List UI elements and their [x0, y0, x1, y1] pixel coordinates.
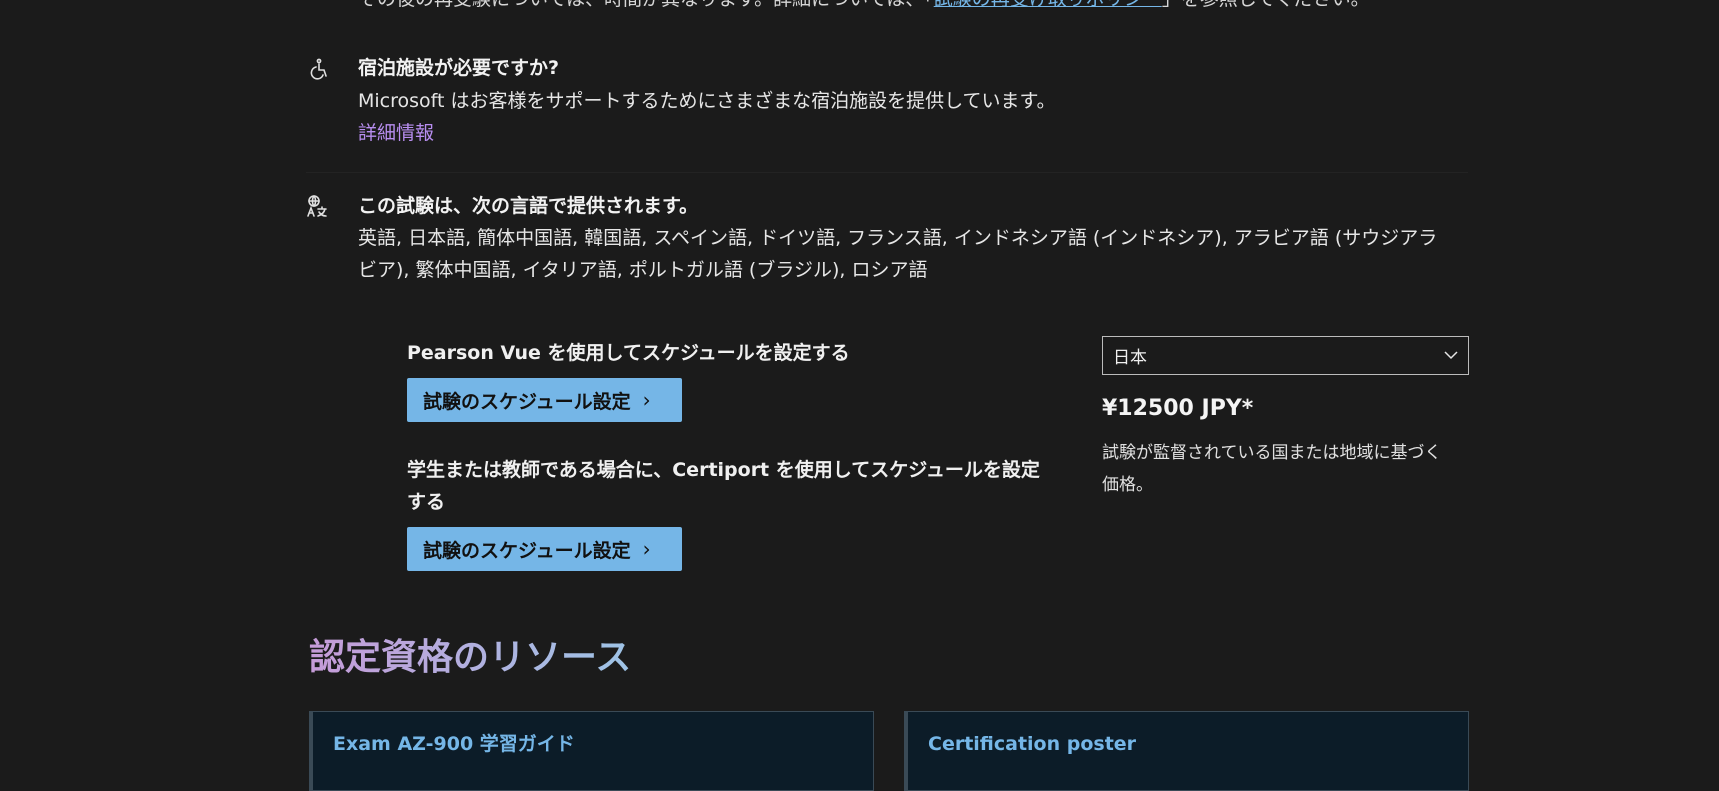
accommodations-title: 宿泊施設が必要ですか? — [358, 57, 560, 79]
chevron-down-icon — [1444, 351, 1458, 360]
exam-price: ¥12500 JPY* — [1102, 396, 1254, 421]
retake-text-before: その後の再受験については、時間が異なります。詳細については、「 — [358, 0, 934, 10]
certiport-label-line-1: 学生または教師である場合に、Certiport を使用してスケジュールを設定 — [407, 459, 1040, 481]
resource-card-certification-poster[interactable]: Certification poster — [904, 711, 1469, 791]
pearson-schedule-button-label: 試験のスケジュール設定 — [423, 390, 631, 413]
certiport-label-line-2: する — [407, 491, 446, 513]
languages-title: この試験は、次の言語で提供されます。 — [358, 195, 699, 217]
retake-text-after: 」を参照してください。 — [1162, 0, 1370, 10]
accommodations-details-link[interactable]: 詳細情報 — [358, 118, 434, 148]
resource-card-study-guide[interactable]: Exam AZ-900 学習ガイド — [309, 711, 874, 791]
resource-card-title[interactable]: Certification poster — [928, 730, 1136, 758]
chevron-right-icon: › — [642, 537, 651, 561]
resource-card-title[interactable]: Exam AZ-900 学習ガイド — [333, 730, 575, 758]
price-note-line-1: 試験が監督されている国または地域に基づく — [1102, 443, 1442, 463]
retake-policy-text: その後の再受験については、時間が異なります。詳細については、「試験の再受け取りポ… — [358, 0, 1468, 12]
certiport-schedule-button-label: 試験のスケジュール設定 — [423, 539, 631, 562]
pearson-schedule-button[interactable]: 試験のスケジュール設定 › — [407, 378, 682, 422]
chevron-right-icon: › — [642, 388, 651, 412]
country-select[interactable]: 日本 — [1102, 336, 1469, 375]
languages-line-2: ビア), 繁体中国語, イタリア語, ポルトガル語 (ブラジル), ロシア語 — [358, 259, 928, 281]
retake-policy-link[interactable]: 試験の再受け取りポリシー — [934, 0, 1162, 10]
pearson-vue-label: Pearson Vue を使用してスケジュールを設定する — [407, 342, 850, 364]
price-note-line-2: 価格。 — [1102, 475, 1153, 495]
section-divider — [306, 172, 1468, 173]
resources-title: 認定資格のリソース — [309, 633, 631, 683]
certiport-schedule-button[interactable]: 試験のスケジュール設定 › — [407, 527, 682, 571]
translate-icon — [306, 194, 330, 218]
accessibility-icon — [306, 57, 330, 81]
country-select-value: 日本 — [1113, 348, 1147, 368]
languages-line-1: 英語, 日本語, 簡体中国語, 韓国語, スペイン語, ドイツ語, フランス語,… — [358, 227, 1438, 249]
accommodations-description: Microsoft はお客様をサポートするためにさまざまな宿泊施設を提供していま… — [358, 90, 1056, 112]
